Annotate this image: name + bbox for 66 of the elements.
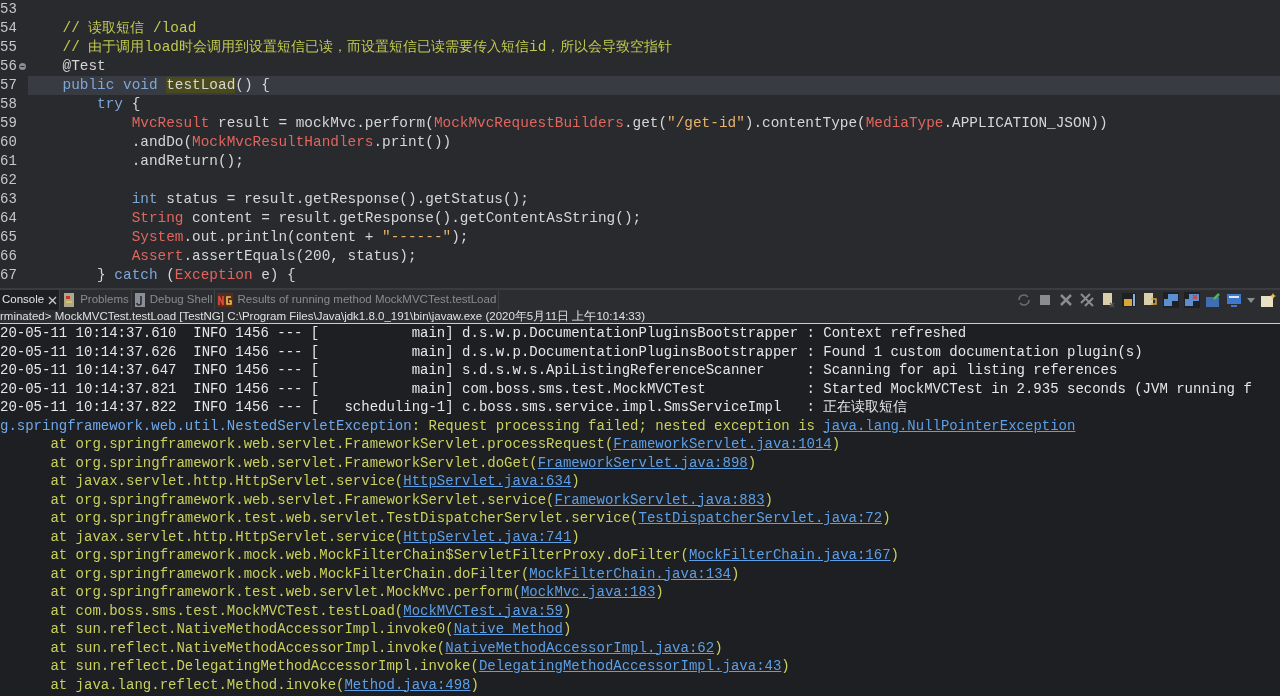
- console-line: at org.springframework.mock.web.MockFilterChain$ServletFilterProxy.doFilter(MockFilterChain.java:167): [49, 546, 900, 565]
- code-line: int status = result.getResponse().getStatus();: [130, 190, 530, 209]
- line-number: 54: [0, 19, 17, 38]
- line-number: 57: [0, 76, 17, 95]
- dropdown-icon[interactable]: [1247, 297, 1255, 303]
- console-line: at com.boss.sms.test.MockMVCTest.testLoad(MockMVCTest.java:59): [49, 601, 573, 620]
- code-line: String content = result.getResponse().getContentAsString();: [130, 209, 643, 228]
- console-line: at sun.reflect.NativeMethodAccessorImpl.invoke0(Native Method): [49, 620, 573, 639]
- console-line: 20-05-11 10:14:37.822 INFO 1456 --- [ scheduling-1] c.boss.sms.service.impl.SmsServiceImpl : 正在读取短信: [0, 398, 909, 417]
- console-line: at javax.servlet.http.HttpServlet.service(HttpServlet.java:634): [49, 472, 581, 491]
- line-number: 62: [0, 171, 17, 190]
- code-line: .andDo(MockMvcResultHandlers.print()): [130, 133, 453, 152]
- sync-icon[interactable]: [1016, 292, 1032, 308]
- close-icon[interactable]: [48, 295, 58, 305]
- console-line: at org.springframework.test.web.servlet.MockMvc.perform(MockMvc.java:183): [49, 583, 665, 602]
- new-console-icon[interactable]: [1260, 292, 1276, 308]
- console-line: at javax.servlet.http.HttpServlet.service(HttpServlet.java:741): [49, 527, 581, 546]
- console-line: at org.springframework.web.servlet.FrameworkServlet.service(FrameworkServlet.java:883): [49, 490, 774, 509]
- line-number: 60: [0, 133, 17, 152]
- code-line: Assert.assertEquals(200, status);: [130, 247, 418, 266]
- console-line: 20-05-11 10:14:37.626 INFO 1456 --- [ main] d.s.w.p.DocumentationPluginsBootstrapper : Found 1 custom documentation plugin(s): [0, 342, 1144, 361]
- pin-console-icon[interactable]: [1205, 292, 1221, 308]
- view-tab[interactable]: Console: [0, 290, 61, 310]
- line-number: 65: [0, 228, 17, 247]
- stop-icon[interactable]: [1037, 292, 1053, 308]
- code-line: // 读取短信 /load: [61, 19, 198, 38]
- console-line: at org.springframework.web.servlet.FrameworkServlet.processRequest(FrameworkServlet.java:1014): [49, 435, 842, 454]
- line-number: 63: [0, 190, 17, 209]
- line-number: 58: [0, 95, 17, 114]
- line-number: 66: [0, 247, 17, 266]
- code-line: System.out.println(content + "------");: [130, 228, 470, 247]
- fold-icon[interactable]: [19, 63, 26, 70]
- console-line: at sun.reflect.NativeMethodAccessorImpl.invoke(NativeMethodAccessorImpl.java:62): [49, 638, 724, 657]
- console-line: 20-05-11 10:14:37.647 INFO 1456 --- [ main] s.d.s.w.s.ApiListingReferenceScanner : Scanning for api listing references: [0, 361, 1119, 380]
- line-number: 64: [0, 209, 17, 228]
- console-line: at org.springframework.web.servlet.FrameworkServlet.doGet(FrameworkServlet.java:898): [49, 453, 758, 472]
- word-wrap-icon[interactable]: [1142, 292, 1158, 308]
- show-error-icon[interactable]: [1184, 292, 1200, 308]
- line-number: 61: [0, 152, 17, 171]
- code-line: MvcResult result = mockMvc.perform(MockMvcRequestBuilders.get("/get-id").contentType(MediaType.APPLICATION_JSON)): [130, 114, 1109, 133]
- clear-console-icon[interactable]: [1100, 292, 1116, 308]
- line-number: 67: [0, 266, 17, 285]
- scroll-lock-icon[interactable]: [1121, 292, 1137, 308]
- line-number: 53: [0, 0, 17, 19]
- line-number: 55: [0, 38, 17, 57]
- code-line: try {: [96, 95, 142, 114]
- testng-icon: [217, 292, 234, 308]
- console-line: at java.lang.reflect.Method.invoke(Method.java:498): [49, 675, 480, 694]
- code-line: .andReturn();: [130, 152, 245, 171]
- remove-all-icon[interactable]: [1079, 292, 1095, 308]
- console-line: at org.springframework.test.web.servlet.TestDispatcherServlet.service(TestDispatcherServlet.java:72): [49, 509, 892, 528]
- display-console-icon[interactable]: [1226, 292, 1242, 308]
- code-line: @Test: [61, 57, 107, 76]
- console-line: at sun.reflect.DelegatingMethodAccessorImpl.invoke(DelegatingMethodAccessorImpl.java:43): [49, 657, 791, 676]
- console-line: at org.springframework.mock.web.MockFilterChain.doFilter(MockFilterChain.java:134): [49, 564, 741, 583]
- console-line: g.springframework.web.util.NestedServletException: Request processing failed; nested exception is java.lang.NullPointerException: [0, 416, 1077, 435]
- line-number: 59: [0, 114, 17, 133]
- remove-icon[interactable]: [1058, 292, 1074, 308]
- line-number: 56: [0, 57, 17, 76]
- console-line: 20-05-11 10:14:37.610 INFO 1456 --- [ main] d.s.w.p.DocumentationPluginsBootstrapper : Context refreshed: [0, 324, 968, 343]
- code-line: // 由于调用load时会调用到设置短信已读，而设置短信已读需要传入短信id，所以会导致空指针: [61, 38, 674, 57]
- code-line: } catch (Exception e) {: [96, 266, 297, 285]
- process-status: rminated> MockMVCTest.testLoad [TestNG] C:\Program Files\Java\jdk1.8.0_191\bin\javaw.exe (2020年5月11日 上午10:14:33): [0, 310, 1280, 323]
- show-output-icon[interactable]: [1163, 292, 1179, 308]
- problems-icon: [62, 292, 77, 308]
- console-line: 20-05-11 10:14:37.821 INFO 1456 --- [ main] com.boss.sms.test.MockMVCTest : Started MockMVCTest in 2.935 seconds (JVM running f: [0, 379, 1253, 398]
